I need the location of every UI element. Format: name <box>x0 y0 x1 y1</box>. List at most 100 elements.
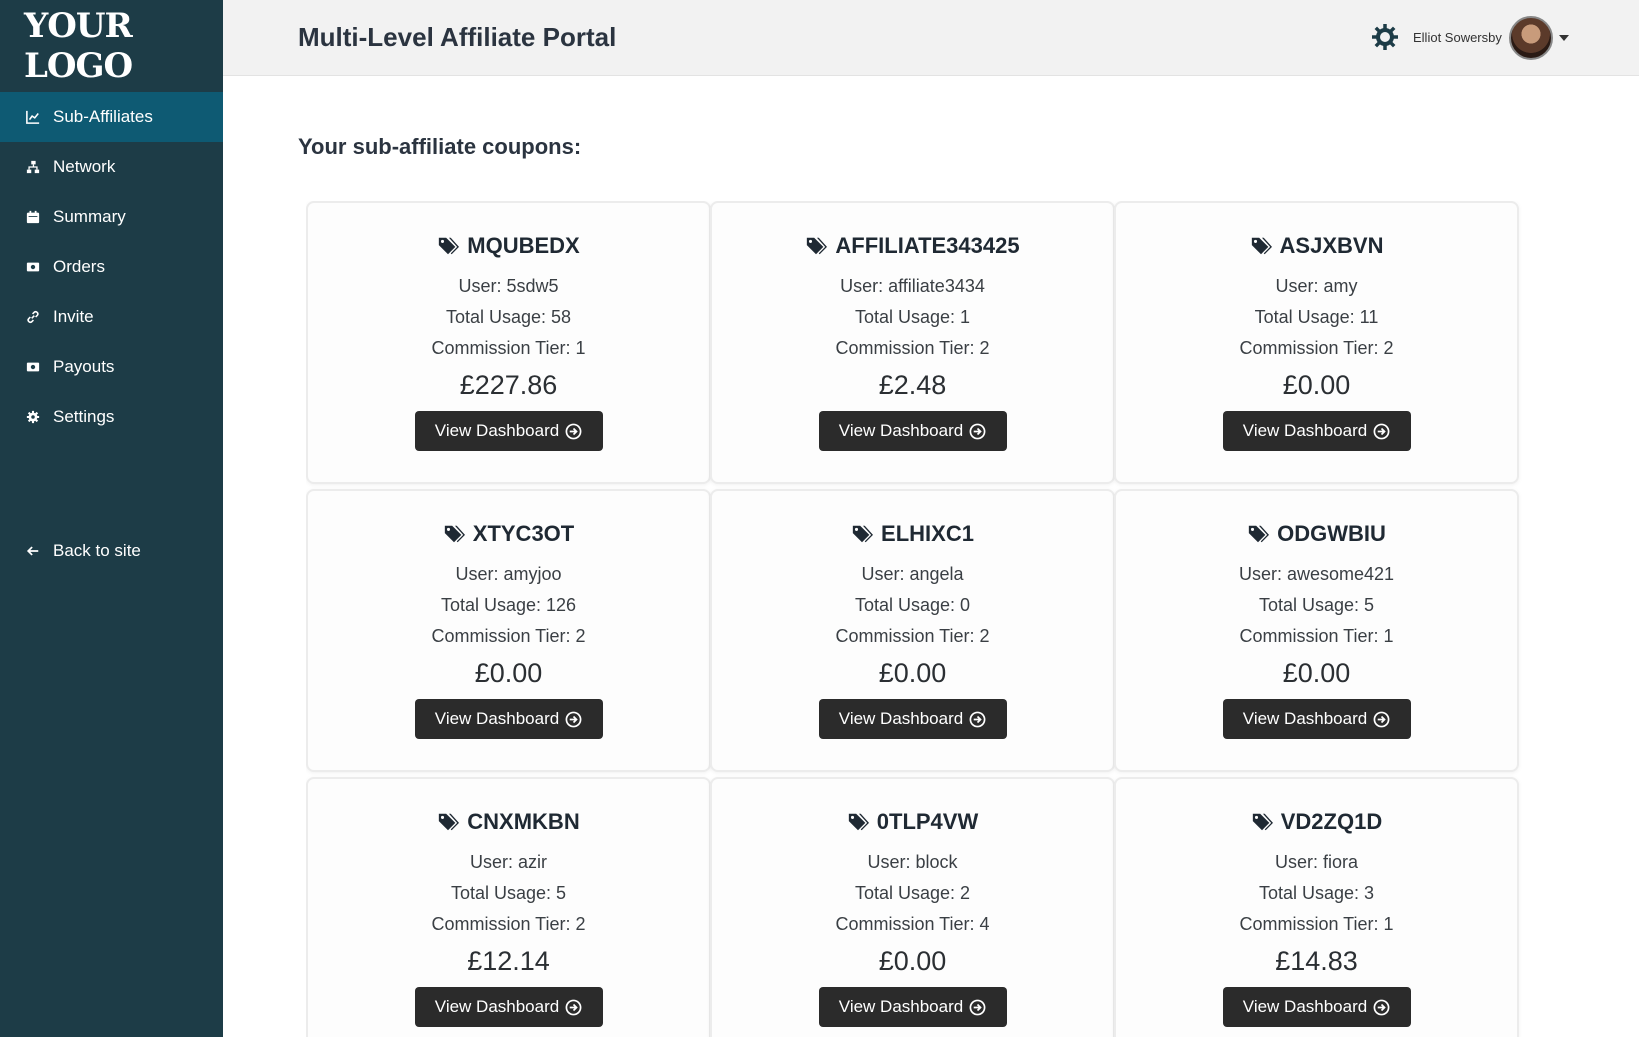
tags-icon <box>444 525 465 543</box>
coupon-amount: £0.00 <box>1282 658 1351 688</box>
view-dashboard-label: View Dashboard <box>1242 421 1368 440</box>
view-dashboard-label: View Dashboard <box>434 421 560 440</box>
theme-toggle-icon[interactable] <box>1370 22 1400 52</box>
view-dashboard-label: View Dashboard <box>838 709 964 728</box>
coupon-code-text: ASJXBVN <box>1279 233 1384 258</box>
tags-icon <box>439 813 460 831</box>
sidebar-item-label: Orders <box>53 257 105 276</box>
view-dashboard-button[interactable]: View Dashboard <box>818 987 1007 1027</box>
coupon-code: CNXMKBN <box>308 809 709 835</box>
coupon-tier: Commission Tier: 2 <box>835 338 990 358</box>
view-dashboard-label: View Dashboard <box>434 709 560 728</box>
sidebar-item-label: Summary <box>53 207 126 226</box>
coupon-code-text: ODGWBIU <box>1277 521 1386 546</box>
coupon-grid: MQUBEDX User: 5sdw5 Total Usage: 58 Comm… <box>306 201 1556 1037</box>
coupon-amount: £0.00 <box>878 946 947 976</box>
coupon-card: MQUBEDX User: 5sdw5 Total Usage: 58 Comm… <box>306 201 711 484</box>
tags-icon <box>807 237 828 255</box>
chart-line-icon <box>25 109 41 125</box>
sidebar-item-invite[interactable]: Invite <box>0 292 223 342</box>
coupon-usage: Total Usage: 5 <box>1258 595 1375 615</box>
coupon-amount: £12.14 <box>467 946 550 976</box>
view-dashboard-button[interactable]: View Dashboard <box>1222 699 1411 739</box>
coupon-tier: Commission Tier: 1 <box>1239 626 1394 646</box>
coupon-tier: Commission Tier: 2 <box>431 914 586 934</box>
arrow-circle-right-icon <box>565 423 582 439</box>
view-dashboard-button[interactable]: View Dashboard <box>1222 987 1411 1027</box>
coupon-code: ASJXBVN <box>1116 233 1517 259</box>
coupon-code-text: ELHIXC1 <box>881 521 974 546</box>
gear-icon <box>25 409 41 425</box>
sidebar: YOUR LOGO Sub-Affiliates Network Summary… <box>0 0 223 1037</box>
coupon-user: User: block <box>867 852 958 872</box>
arrow-circle-right-icon <box>1373 423 1390 439</box>
money-icon <box>25 359 41 375</box>
coupon-user: User: awesome421 <box>1238 564 1395 584</box>
view-dashboard-label: View Dashboard <box>434 997 560 1016</box>
coupon-code: ELHIXC1 <box>712 521 1113 547</box>
coupon-tier: Commission Tier: 2 <box>835 626 990 646</box>
view-dashboard-label: View Dashboard <box>838 421 964 440</box>
logo[interactable]: YOUR LOGO <box>0 0 223 92</box>
back-to-site-label: Back to site <box>53 541 141 560</box>
coupon-usage: Total Usage: 126 <box>440 595 577 615</box>
arrow-circle-right-icon <box>565 999 582 1015</box>
avatar[interactable] <box>1509 16 1553 60</box>
user-name[interactable]: Elliot Sowersby <box>1413 30 1502 45</box>
coupon-usage: Total Usage: 0 <box>854 595 971 615</box>
tags-icon <box>1252 813 1273 831</box>
coupon-card: AFFILIATE343425 User: affiliate3434 Tota… <box>710 201 1115 484</box>
coupon-tier: Commission Tier: 1 <box>1239 914 1394 934</box>
coupon-code: VD2ZQ1D <box>1116 809 1517 835</box>
coupon-user: User: angela <box>861 564 964 584</box>
view-dashboard-button[interactable]: View Dashboard <box>818 699 1007 739</box>
sidebar-item-label: Invite <box>53 307 94 326</box>
coupon-code: XTYC3OT <box>308 521 709 547</box>
coupon-usage: Total Usage: 5 <box>450 883 567 903</box>
coupon-card: 0TLP4VW User: block Total Usage: 2 Commi… <box>710 777 1115 1037</box>
arrow-circle-right-icon <box>969 711 986 727</box>
view-dashboard-label: View Dashboard <box>1242 997 1368 1016</box>
sidebar-item-orders[interactable]: Orders <box>0 242 223 292</box>
chevron-down-icon[interactable] <box>1559 35 1569 41</box>
coupon-card: XTYC3OT User: amyjoo Total Usage: 126 Co… <box>306 489 711 772</box>
coupon-code-text: AFFILIATE343425 <box>835 233 1020 258</box>
back-to-site-link[interactable]: Back to site <box>0 526 223 576</box>
coupon-code-text: CNXMKBN <box>467 809 580 834</box>
view-dashboard-label: View Dashboard <box>838 997 964 1016</box>
coupon-card: ODGWBIU User: awesome421 Total Usage: 5 … <box>1114 489 1519 772</box>
coupon-amount: £227.86 <box>459 370 558 400</box>
calendar-icon <box>25 209 41 225</box>
arrow-left-icon <box>25 543 41 559</box>
view-dashboard-button[interactable]: View Dashboard <box>414 411 603 451</box>
view-dashboard-button[interactable]: View Dashboard <box>414 699 603 739</box>
coupon-user: User: amyjoo <box>455 564 562 584</box>
arrow-circle-right-icon <box>969 423 986 439</box>
sidebar-item-payouts[interactable]: Payouts <box>0 342 223 392</box>
money-icon <box>25 259 41 275</box>
tags-icon <box>439 237 460 255</box>
sitemap-icon <box>25 159 41 175</box>
coupon-amount: £0.00 <box>878 658 947 688</box>
coupon-amount: £0.00 <box>1282 370 1351 400</box>
sidebar-item-label: Payouts <box>53 357 115 376</box>
section-title: Your sub-affiliate coupons: <box>298 134 582 159</box>
coupon-usage: Total Usage: 11 <box>1254 307 1379 327</box>
tags-icon <box>848 813 869 831</box>
view-dashboard-button[interactable]: View Dashboard <box>414 987 603 1027</box>
arrow-circle-right-icon <box>1373 999 1390 1015</box>
sidebar-item-label: Settings <box>53 407 115 426</box>
arrow-circle-right-icon <box>565 711 582 727</box>
coupon-tier: Commission Tier: 2 <box>1239 338 1394 358</box>
sidebar-item-summary[interactable]: Summary <box>0 192 223 242</box>
coupon-code: AFFILIATE343425 <box>712 233 1113 259</box>
coupon-usage: Total Usage: 2 <box>854 883 971 903</box>
view-dashboard-button[interactable]: View Dashboard <box>1222 411 1411 451</box>
coupon-code-text: 0TLP4VW <box>876 809 979 834</box>
sidebar-item-sub-affiliates[interactable]: Sub-Affiliates <box>0 92 223 142</box>
view-dashboard-button[interactable]: View Dashboard <box>818 411 1007 451</box>
sidebar-item-settings[interactable]: Settings <box>0 392 223 442</box>
sidebar-item-label: Network <box>53 157 116 176</box>
coupon-code: ODGWBIU <box>1116 521 1517 547</box>
sidebar-item-network[interactable]: Network <box>0 142 223 192</box>
